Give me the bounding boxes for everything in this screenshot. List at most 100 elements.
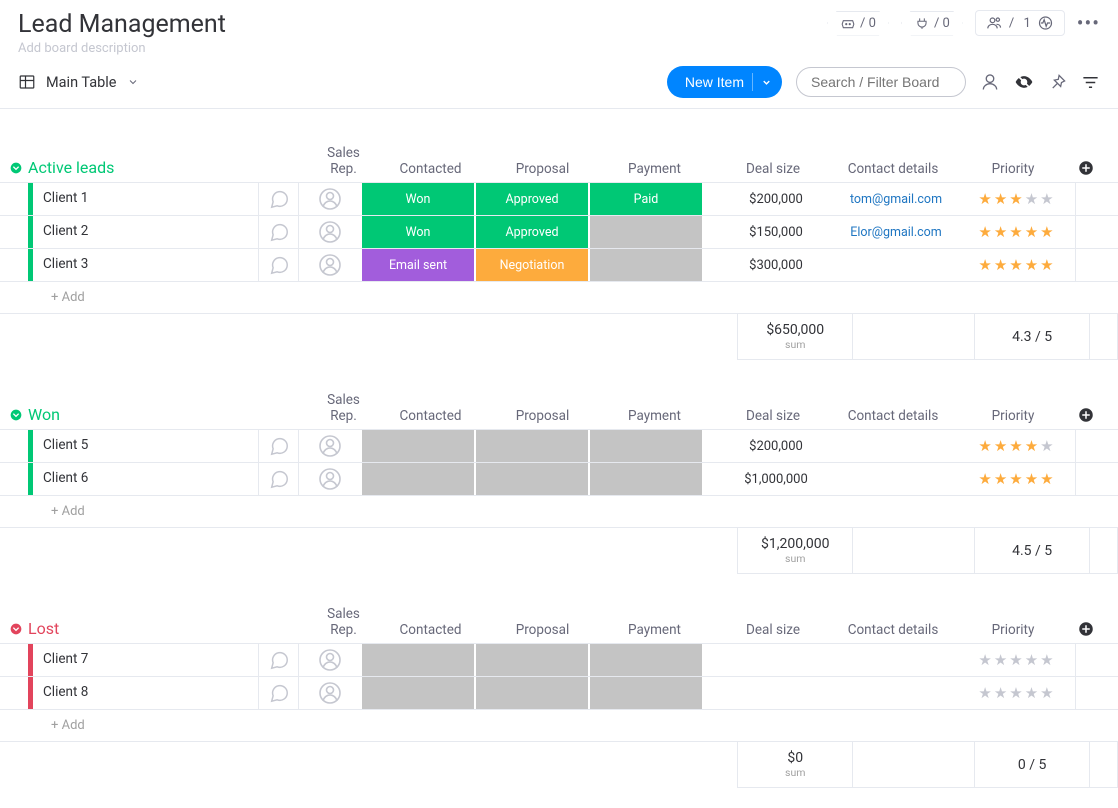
status-contacted[interactable] xyxy=(362,677,474,709)
priority-cell[interactable]: ★★★★★ xyxy=(957,183,1075,215)
priority-cell[interactable]: ★★★★★ xyxy=(957,677,1075,709)
collapse-icon[interactable] xyxy=(8,407,24,423)
collapse-icon[interactable] xyxy=(8,621,24,637)
deal-size-cell[interactable] xyxy=(717,644,835,676)
item-name[interactable]: Client 2 xyxy=(33,216,258,248)
status-payment[interactable] xyxy=(590,463,702,495)
status-proposal[interactable]: Negotiation xyxy=(476,249,588,281)
table-row[interactable]: Client 7 ★★★★★ xyxy=(0,643,1118,676)
column-header-proposal[interactable]: Proposal xyxy=(487,161,599,177)
priority-cell[interactable]: ★★★★★ xyxy=(957,463,1075,495)
status-contacted[interactable] xyxy=(362,463,474,495)
add-item-button[interactable]: + Add xyxy=(33,497,103,526)
deal-size-cell[interactable] xyxy=(717,677,835,709)
table-row[interactable]: Client 2 Won Approved $150,000 Elor@gmai… xyxy=(0,215,1118,248)
column-header-deal[interactable]: Deal size xyxy=(714,622,832,638)
status-payment[interactable] xyxy=(590,677,702,709)
item-name[interactable]: Client 1 xyxy=(33,183,258,215)
status-contacted[interactable]: Won xyxy=(362,183,474,215)
deal-size-cell[interactable]: $300,000 xyxy=(717,249,835,281)
automations-badge[interactable]: / 0 xyxy=(827,11,889,36)
status-payment[interactable] xyxy=(590,216,702,248)
column-header-priority[interactable]: Priority xyxy=(954,622,1072,638)
sales-rep-cell[interactable] xyxy=(298,644,360,676)
status-contacted[interactable]: Email sent xyxy=(362,249,474,281)
table-row[interactable]: Client 1 Won Approved Paid $200,000 tom@… xyxy=(0,182,1118,215)
column-header-payment[interactable]: Payment xyxy=(599,161,711,177)
more-menu[interactable]: ••• xyxy=(1077,11,1100,35)
column-header-priority[interactable]: Priority xyxy=(954,161,1072,177)
status-contacted[interactable]: Won xyxy=(362,216,474,248)
chat-icon[interactable] xyxy=(258,249,298,281)
board-description[interactable]: Add board description xyxy=(18,41,226,56)
deal-size-cell[interactable]: $200,000 xyxy=(717,183,835,215)
sales-rep-cell[interactable] xyxy=(298,463,360,495)
status-payment[interactable] xyxy=(590,644,702,676)
item-name[interactable]: Client 8 xyxy=(33,677,258,709)
column-header-deal[interactable]: Deal size xyxy=(714,161,832,177)
view-name[interactable]: Main Table xyxy=(46,74,117,91)
column-header-sales[interactable]: Sales Rep. xyxy=(313,606,375,638)
column-header-contact[interactable]: Contact details xyxy=(832,622,954,638)
chat-icon[interactable] xyxy=(258,183,298,215)
status-proposal[interactable]: Approved xyxy=(476,183,588,215)
column-header-priority[interactable]: Priority xyxy=(954,408,1072,424)
group-title[interactable]: Won xyxy=(8,405,298,424)
status-proposal[interactable] xyxy=(476,463,588,495)
status-contacted[interactable] xyxy=(362,644,474,676)
status-proposal[interactable] xyxy=(476,644,588,676)
sales-rep-cell[interactable] xyxy=(298,677,360,709)
chat-icon[interactable] xyxy=(258,216,298,248)
status-payment[interactable] xyxy=(590,249,702,281)
column-header-proposal[interactable]: Proposal xyxy=(487,622,599,638)
contact-cell[interactable] xyxy=(835,249,957,281)
search-input[interactable] xyxy=(796,67,966,97)
priority-cell[interactable]: ★★★★★ xyxy=(957,249,1075,281)
sales-rep-cell[interactable] xyxy=(298,249,360,281)
status-proposal[interactable] xyxy=(476,430,588,462)
contact-cell[interactable] xyxy=(835,644,957,676)
group-title[interactable]: Active leads xyxy=(8,158,298,177)
chat-icon[interactable] xyxy=(258,644,298,676)
person-filter-icon[interactable] xyxy=(980,72,1000,92)
board-members[interactable]: / 1 xyxy=(975,10,1065,36)
status-contacted[interactable] xyxy=(362,430,474,462)
deal-size-cell[interactable]: $150,000 xyxy=(717,216,835,248)
chat-icon[interactable] xyxy=(258,430,298,462)
column-header-sales[interactable]: Sales Rep. xyxy=(313,392,375,424)
priority-cell[interactable]: ★★★★★ xyxy=(957,216,1075,248)
table-row[interactable]: Client 5 $200,000 ★★★★★ xyxy=(0,429,1118,462)
integrations-badge[interactable]: / 0 xyxy=(901,11,963,36)
add-column-button[interactable] xyxy=(1072,159,1100,177)
add-item-button[interactable]: + Add xyxy=(33,283,103,312)
table-row[interactable]: Client 3 Email sent Negotiation $300,000… xyxy=(0,248,1118,281)
column-header-payment[interactable]: Payment xyxy=(599,622,711,638)
column-header-contacted[interactable]: Contacted xyxy=(375,622,487,638)
column-header-payment[interactable]: Payment xyxy=(599,408,711,424)
new-item-button[interactable]: New Item xyxy=(667,66,782,98)
add-column-button[interactable] xyxy=(1072,620,1100,638)
contact-cell[interactable] xyxy=(835,463,957,495)
column-header-contact[interactable]: Contact details xyxy=(832,408,954,424)
add-column-button[interactable] xyxy=(1072,406,1100,424)
deal-size-cell[interactable]: $1,000,000 xyxy=(717,463,835,495)
table-row[interactable]: Client 8 ★★★★★ xyxy=(0,676,1118,709)
column-header-deal[interactable]: Deal size xyxy=(714,408,832,424)
pin-icon[interactable] xyxy=(1048,73,1067,92)
contact-cell[interactable] xyxy=(835,430,957,462)
item-name[interactable]: Client 5 xyxy=(33,430,258,462)
priority-cell[interactable]: ★★★★★ xyxy=(957,430,1075,462)
contact-cell[interactable] xyxy=(835,677,957,709)
sales-rep-cell[interactable] xyxy=(298,430,360,462)
table-row[interactable]: Client 6 $1,000,000 ★★★★★ xyxy=(0,462,1118,495)
chat-icon[interactable] xyxy=(258,677,298,709)
contact-cell[interactable]: tom@gmail.com xyxy=(835,183,957,215)
status-proposal[interactable]: Approved xyxy=(476,216,588,248)
status-payment[interactable] xyxy=(590,430,702,462)
priority-cell[interactable]: ★★★★★ xyxy=(957,644,1075,676)
column-header-contacted[interactable]: Contacted xyxy=(375,161,487,177)
collapse-icon[interactable] xyxy=(8,160,24,176)
add-item-button[interactable]: + Add xyxy=(33,711,103,740)
eye-hide-icon[interactable] xyxy=(1014,72,1034,92)
column-header-contact[interactable]: Contact details xyxy=(832,161,954,177)
